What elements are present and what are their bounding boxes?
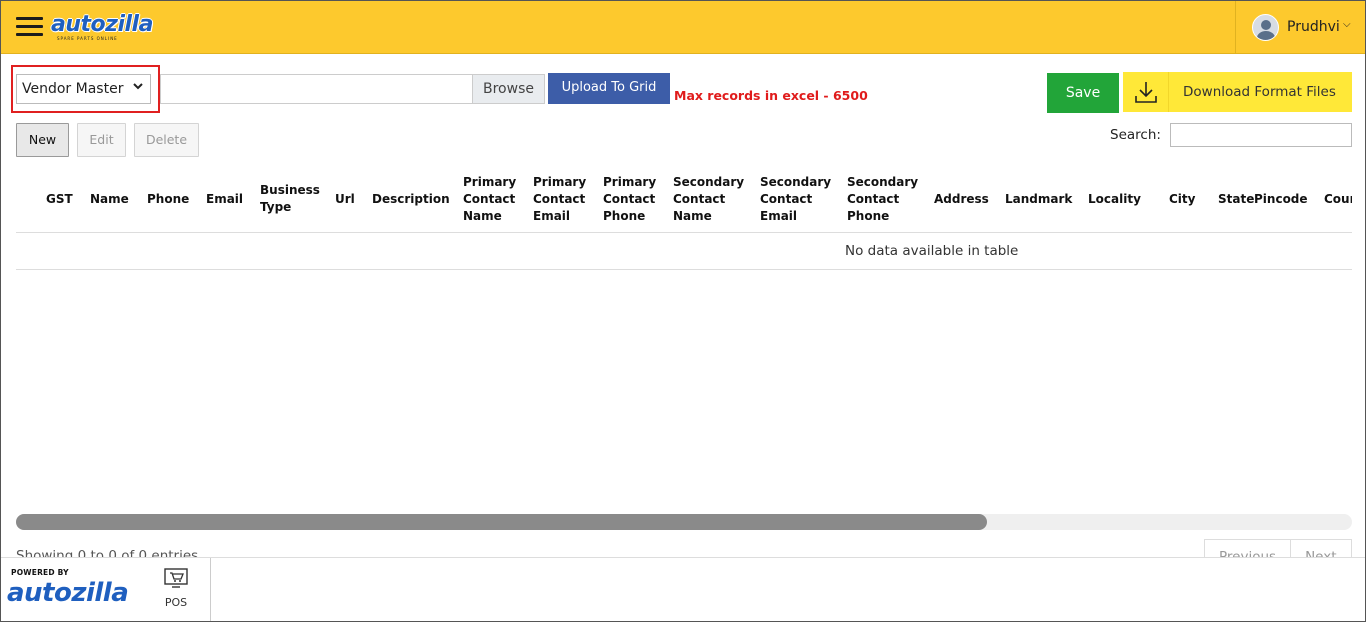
column-header-gst[interactable]: GST xyxy=(46,165,86,233)
menu-icon[interactable] xyxy=(16,17,43,37)
column-header-secondary-contact-name[interactable]: Secondary Contact Name xyxy=(673,165,751,233)
table-row: No data available in table xyxy=(16,234,1352,270)
scrollbar-thumb[interactable] xyxy=(16,514,987,530)
search-label: Search: xyxy=(1110,127,1161,143)
column-header-phone[interactable]: Phone xyxy=(147,165,197,233)
pos-icon xyxy=(164,568,188,588)
top-header: autozilla SPARE PARTS ONLINE Prudhvi ⌵ xyxy=(1,1,1365,54)
avatar-icon xyxy=(1252,14,1279,41)
master-type-select[interactable]: Vendor Master xyxy=(16,74,151,104)
footer-bar: POWERED BY autozilla POS xyxy=(1,557,1365,621)
vendor-table: GST Name Phone Email Business Type Url D… xyxy=(16,165,1352,271)
table-header: GST Name Phone Email Business Type Url D… xyxy=(16,165,1352,233)
download-format-files-button[interactable]: Download Format Files xyxy=(1123,72,1352,112)
column-header-url[interactable]: Url xyxy=(335,165,365,233)
brand-name: autozilla xyxy=(51,12,153,37)
new-button[interactable]: New xyxy=(16,123,69,157)
user-menu[interactable]: Prudhvi ⌵ xyxy=(1235,1,1365,54)
footer-divider xyxy=(210,558,211,621)
column-header-pincode[interactable]: Pincode xyxy=(1254,165,1314,233)
column-header-address[interactable]: Address xyxy=(934,165,994,233)
column-header-country[interactable]: Cour xyxy=(1324,165,1352,233)
download-icon xyxy=(1123,72,1169,112)
brand-logo[interactable]: autozilla SPARE PARTS ONLINE xyxy=(51,14,153,44)
master-type-value: Vendor Master xyxy=(22,81,124,97)
browse-button[interactable]: Browse xyxy=(472,74,545,104)
column-header-description[interactable]: Description xyxy=(372,165,462,233)
column-header-primary-contact-phone[interactable]: Primary Contact Phone xyxy=(603,165,661,233)
save-button[interactable]: Save xyxy=(1047,73,1119,113)
column-header-locality[interactable]: Locality xyxy=(1088,165,1148,233)
delete-button[interactable]: Delete xyxy=(134,123,199,157)
horizontal-scrollbar[interactable] xyxy=(16,514,1352,530)
column-header-secondary-contact-phone[interactable]: Secondary Contact Phone xyxy=(847,165,925,233)
column-header-landmark[interactable]: Landmark xyxy=(1005,165,1077,233)
pos-button[interactable]: POS xyxy=(161,568,191,609)
footer-brand-logo: autozilla xyxy=(7,578,129,608)
upload-to-grid-button[interactable]: Upload To Grid xyxy=(548,73,670,104)
column-header-city[interactable]: City xyxy=(1169,165,1205,233)
empty-table-message: No data available in table xyxy=(845,243,1019,259)
column-header-name[interactable]: Name xyxy=(90,165,140,233)
column-header-state[interactable]: State xyxy=(1218,165,1258,233)
download-label: Download Format Files xyxy=(1183,84,1336,100)
user-name: Prudhvi xyxy=(1287,19,1340,35)
chevron-down-icon xyxy=(132,80,144,95)
pos-label: POS xyxy=(164,596,188,609)
column-header-primary-contact-name[interactable]: Primary Contact Name xyxy=(463,165,521,233)
column-header-business-type[interactable]: Business Type xyxy=(260,165,322,233)
powered-by-label: POWERED BY xyxy=(11,568,69,577)
max-records-note: Max records in excel - 6500 xyxy=(674,88,868,103)
app-window: autozilla SPARE PARTS ONLINE Prudhvi ⌵ V… xyxy=(0,0,1366,622)
column-header-primary-contact-email[interactable]: Primary Contact Email xyxy=(533,165,591,233)
chevron-down-icon: ⌵ xyxy=(1343,19,1351,30)
edit-button[interactable]: Edit xyxy=(77,123,126,157)
search-input[interactable] xyxy=(1170,123,1352,147)
column-header-email[interactable]: Email xyxy=(206,165,256,233)
column-header-secondary-contact-email[interactable]: Secondary Contact Email xyxy=(760,165,838,233)
file-path-input[interactable] xyxy=(160,74,473,104)
